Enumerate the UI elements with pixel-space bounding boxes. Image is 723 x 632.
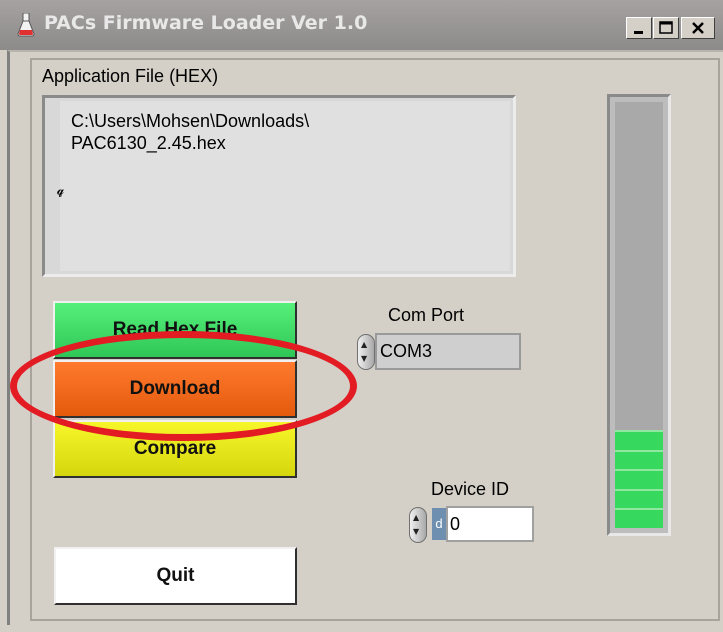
device-id-spinner[interactable]: ▲ ▼ — [409, 507, 427, 543]
application-file-label: Application File (HEX) — [42, 66, 219, 86]
progress-segment — [615, 508, 663, 528]
com-port-label: Com Port — [388, 305, 465, 325]
progress-fill — [615, 430, 663, 528]
progress-track — [615, 102, 663, 528]
decrement-icon[interactable]: ▼ — [361, 355, 367, 363]
device-id-label: Device ID — [431, 479, 510, 499]
maximize-button[interactable] — [653, 17, 679, 39]
progress-segment — [615, 430, 663, 450]
progress-segment — [615, 488, 663, 509]
decrement-icon[interactable]: ▼ — [413, 528, 419, 536]
com-port-field[interactable]: COM3 — [375, 333, 521, 370]
progress-meter — [607, 94, 671, 536]
application-file-box[interactable]: C:\Users\Mohsen\Downloads\ PAC6130_2.45.… — [42, 95, 516, 277]
increment-icon[interactable]: ▲ — [413, 514, 419, 522]
quit-button[interactable]: Quit — [54, 547, 297, 605]
minimize-button[interactable] — [626, 17, 652, 39]
flask-icon — [17, 13, 35, 37]
progress-segment — [615, 449, 663, 470]
file-path-text[interactable]: C:\Users\Mohsen\Downloads\ PAC6130_2.45.… — [71, 110, 309, 154]
close-icon — [692, 22, 704, 34]
maximize-icon — [659, 21, 673, 34]
increment-icon[interactable]: ▲ — [361, 341, 367, 349]
app-window: PACs Firmware Loader Ver 1.0 Application… — [0, 0, 723, 632]
highlight-ellipse — [10, 331, 357, 441]
scroll-handle-icon[interactable]: 𝓺 — [57, 183, 64, 198]
title-bar[interactable]: PACs Firmware Loader Ver 1.0 — [0, 0, 723, 50]
device-id-field[interactable]: 0 — [446, 506, 534, 542]
progress-segment — [615, 469, 663, 489]
close-button[interactable] — [681, 17, 715, 39]
minimize-icon — [634, 31, 643, 34]
com-port-spinner[interactable]: ▲ ▼ — [357, 334, 375, 370]
window-title: PACs Firmware Loader Ver 1.0 — [44, 12, 368, 34]
radix-indicator[interactable]: d — [432, 508, 446, 540]
